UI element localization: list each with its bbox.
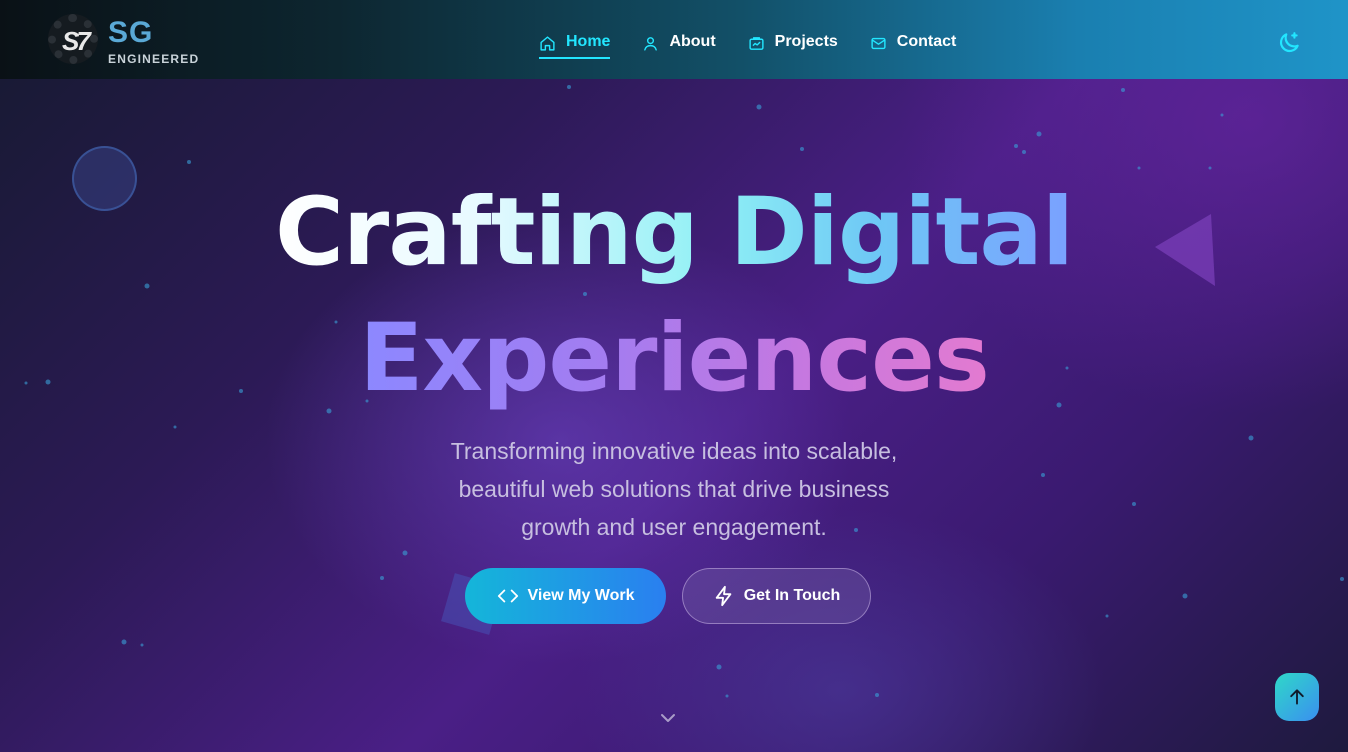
chevron-down-icon[interactable] [659,711,677,725]
brand-tagline: ENGINEERED [108,52,200,66]
hero-title: Crafting Digital Experiences [0,170,1348,422]
main-nav: Home About Projects Contact [539,28,956,60]
get-in-touch-button[interactable]: Get In Touch [682,568,871,624]
site-header: S7 SG ENGINEERED Home About Projects Con… [0,0,1348,79]
nav-item-projects[interactable]: Projects [748,28,838,56]
nav-label-about: About [669,33,716,50]
get-in-touch-label: Get In Touch [743,587,841,604]
nav-label-projects: Projects [774,33,838,50]
nav-label-home: Home [566,33,611,50]
moon-icon [1279,32,1299,53]
brand-logo[interactable]: S7 SG ENGINEERED [44,12,204,70]
projects-icon [749,37,764,50]
lightning-icon [715,585,732,607]
home-icon [540,36,555,51]
nav-item-home[interactable]: Home [539,28,611,59]
nav-item-contact[interactable]: Contact [870,28,957,56]
hero-subtitle: Transforming innovative ideas into scala… [450,438,898,540]
mail-icon [871,37,886,50]
view-my-work-button[interactable]: View My Work [465,568,666,624]
code-icon [497,589,518,603]
brand-name: SG [108,16,154,49]
logo-mark: S7 [62,26,91,56]
arrow-up-icon [1290,689,1304,705]
theme-toggle-button[interactable] [1276,30,1302,56]
view-my-work-label: View My Work [527,587,635,604]
user-icon [644,37,658,51]
nav-label-contact: Contact [896,33,957,50]
back-to-top-button[interactable] [1275,673,1319,721]
hero-title-line1: Crafting Digital [275,170,1074,296]
nav-item-about[interactable]: About [642,28,716,56]
hero-title-line2: Experiences [359,296,990,422]
